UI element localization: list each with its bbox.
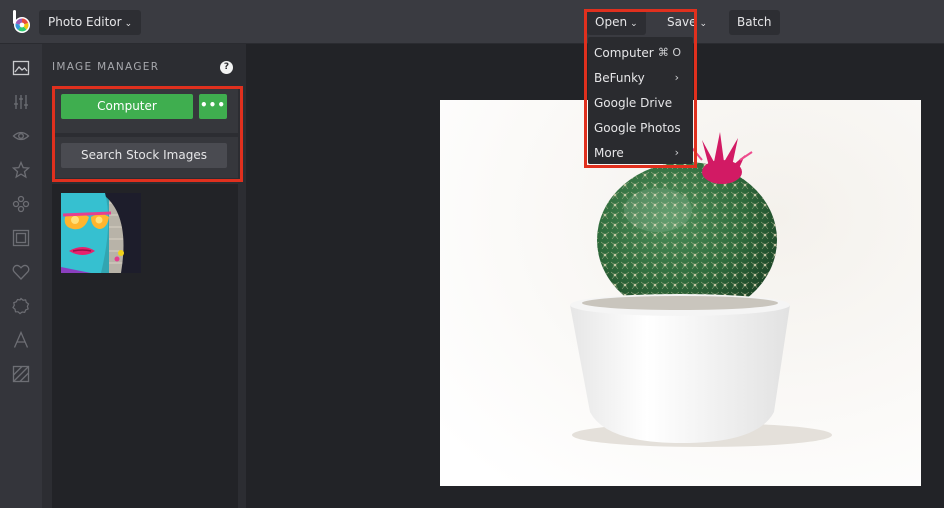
- photo-editor-menu[interactable]: Photo Editor ⌄: [39, 10, 142, 35]
- top-bar: Photo Editor ⌄ Open ⌄ Save ⌄ Batch: [0, 0, 944, 44]
- highlight-box-upload: [52, 86, 243, 182]
- help-icon[interactable]: ?: [220, 61, 233, 74]
- panel-title: IMAGE MANAGER: [52, 61, 160, 73]
- highlight-box-open-menu: [584, 9, 697, 168]
- text-icon[interactable]: [11, 330, 31, 350]
- badge-icon[interactable]: [11, 296, 31, 316]
- photo-editor-menu-label: Photo Editor: [48, 15, 122, 29]
- befunky-logo-icon[interactable]: [11, 10, 33, 34]
- image-thumbnail-list: [52, 184, 238, 508]
- heart-icon[interactable]: [11, 262, 31, 282]
- image-icon[interactable]: [11, 58, 31, 78]
- chevron-down-icon: ⌄: [124, 19, 133, 29]
- tool-rail: [0, 44, 42, 508]
- star-icon[interactable]: [11, 160, 31, 180]
- image-thumbnail[interactable]: [61, 193, 141, 273]
- chevron-down-icon: ⌄: [699, 19, 708, 29]
- frame-icon[interactable]: [11, 228, 31, 248]
- eye-icon[interactable]: [11, 126, 31, 146]
- texture-icon[interactable]: [11, 364, 31, 384]
- effects-icon[interactable]: [11, 194, 31, 214]
- photo-editor-app: Photo Editor ⌄ Open ⌄ Save ⌄ Batch IMAGE…: [0, 0, 944, 508]
- batch-button-label: Batch: [737, 15, 772, 29]
- batch-button[interactable]: Batch: [729, 10, 780, 35]
- sliders-icon[interactable]: [11, 92, 31, 112]
